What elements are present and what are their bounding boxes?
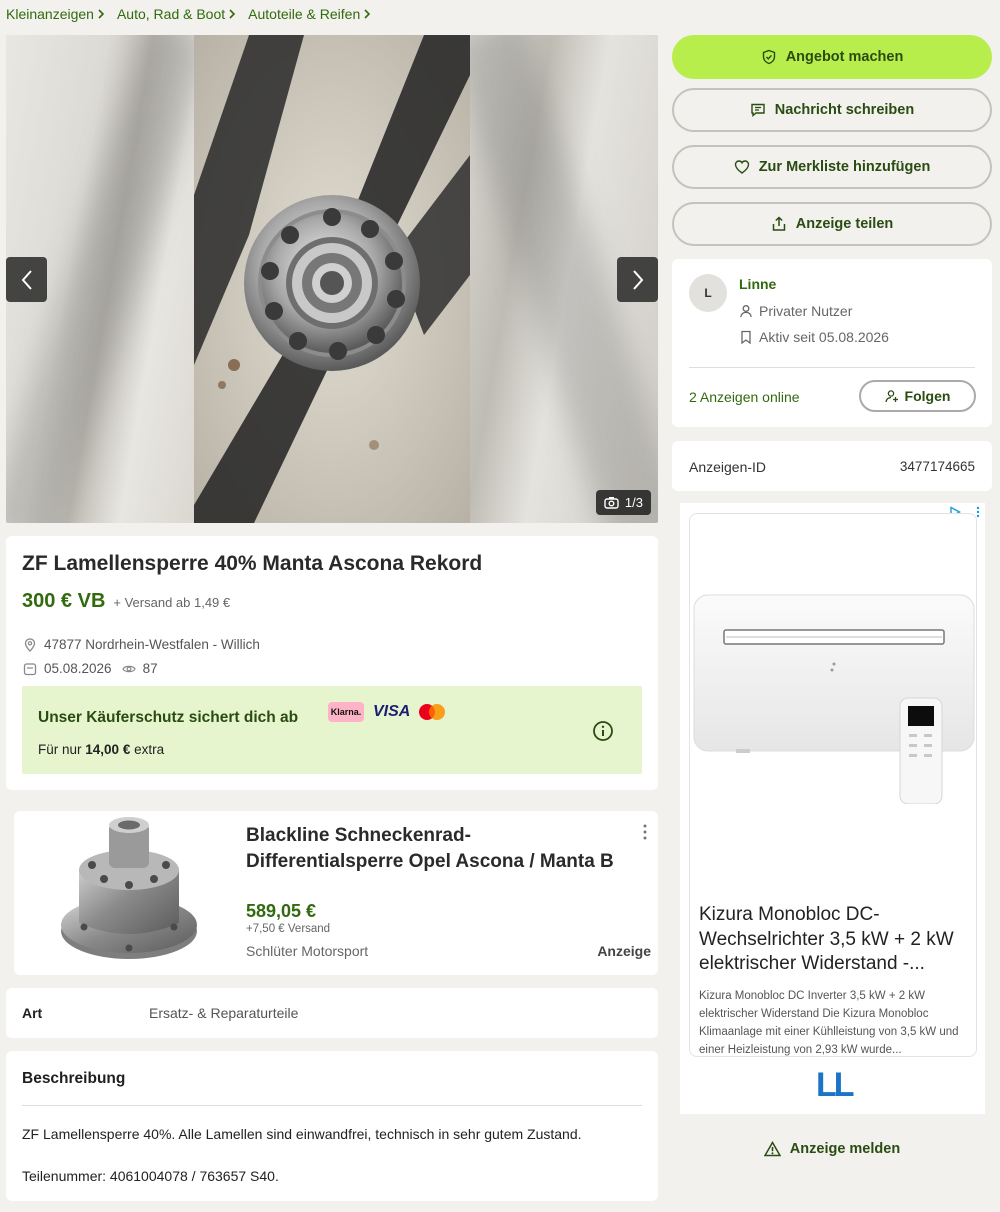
ad-label: Anzeige	[597, 943, 651, 959]
listing-info-card: ZF Lamellensperre 40% Manta Ascona Rekor…	[6, 536, 658, 790]
chevron-right-icon	[229, 9, 236, 19]
previous-image-button[interactable]	[6, 257, 47, 302]
display-ad-title[interactable]: Kizura Monobloc DC-Wechselrichter 3,5 kW…	[699, 903, 971, 977]
attribute-key: Art	[22, 1005, 43, 1021]
user-plus-icon	[884, 390, 898, 403]
write-message-button[interactable]: Nachricht schreiben	[672, 88, 992, 132]
protection-text-prefix: Für nur	[38, 742, 82, 757]
description-text-line2: Teilenummer: 4061004078 / 763657 S40.	[22, 1168, 279, 1184]
mastercard-logo	[419, 704, 445, 720]
image-counter: 1/3	[595, 490, 651, 515]
chevron-right-icon	[632, 269, 643, 290]
chevron-right-icon	[364, 9, 371, 19]
message-icon	[751, 103, 765, 117]
add-to-watchlist-button[interactable]: Zur Merkliste hinzufügen	[672, 145, 992, 189]
info-icon[interactable]	[592, 720, 614, 742]
heart-icon	[734, 160, 749, 174]
image-gallery[interactable]: 1/3	[6, 35, 658, 523]
listing-title: ZF Lamellensperre 40% Manta Ascona Rekor…	[22, 552, 483, 575]
breadcrumb-item[interactable]: Auto, Rad & Boot	[117, 6, 236, 22]
share-listing-button[interactable]: Anzeige teilen	[672, 202, 992, 246]
protection-text-suffix: extra	[134, 742, 165, 757]
calendar-icon	[23, 662, 37, 675]
sponsored-product-card[interactable]: Blackline Schneckenrad- Differentialsper…	[14, 811, 658, 975]
listing-price: 300 € VB	[22, 590, 106, 612]
follow-button[interactable]: Folgen	[859, 380, 976, 412]
add-to-watchlist-label[interactable]: Zur Merkliste hinzufügen	[759, 159, 931, 175]
listing-date: 05.08.2026	[44, 661, 112, 676]
sponsored-shipping: +7,50 € Versand	[246, 923, 331, 935]
description-heading: Beschreibung	[22, 1070, 126, 1087]
breadcrumb-label[interactable]: Kleinanzeigen	[6, 6, 94, 22]
advertiser-logo[interactable]: LL	[816, 1068, 855, 1102]
visa-logo: VISA	[373, 703, 411, 720]
bookmark-icon	[741, 330, 751, 344]
display-ad-text: Kizura Monobloc DC Inverter 3,5 kW + 2 k…	[699, 990, 959, 1056]
chevron-right-icon	[98, 9, 105, 19]
display-ad-content[interactable]: Kizura Monobloc DC-Wechselrichter 3,5 kW…	[689, 513, 977, 1057]
ad-id-card: Anzeigen-ID 3477174665	[672, 441, 992, 491]
shield-check-icon	[762, 49, 775, 65]
protection-amount: 14,00 €	[85, 742, 131, 757]
air-conditioner-image	[693, 594, 975, 804]
description-text-line1: ZF Lamellensperre 40%. Alle Lamellen sin…	[22, 1126, 582, 1142]
buyer-protection-text: Für nur 14,00 € extra	[38, 742, 164, 757]
sponsored-title-line1[interactable]: Blackline Schneckenrad-	[246, 823, 641, 849]
description-card: Beschreibung ZF Lamellensperre 40%. Alle…	[6, 1051, 658, 1201]
more-options-icon[interactable]	[640, 823, 650, 841]
sponsored-vendor: Schlüter Motorsport	[246, 943, 369, 959]
date-views-row: 05.08.2026 87	[23, 661, 158, 676]
breadcrumb-item[interactable]: Autoteile & Reifen	[248, 6, 371, 22]
seller-card: L Linne Privater Nutzer Aktiv seit 05.08…	[672, 259, 992, 427]
price-row: 300 € VB + Versand ab 1,49 €	[22, 590, 642, 613]
shipping-cost: + Versand ab 1,49 €	[113, 595, 231, 610]
avatar[interactable]: L	[689, 274, 727, 312]
seller-divider	[689, 367, 975, 368]
seller-type-row: Privater Nutzer	[739, 303, 852, 319]
breadcrumb-label[interactable]: Autoteile & Reifen	[248, 6, 360, 22]
buyer-protection-heading: Unser Käuferschutz sichert dich ab	[38, 709, 299, 726]
differential-product-image	[61, 817, 197, 959]
image-counter-text: 1/3	[624, 495, 643, 510]
write-message-label[interactable]: Nachricht schreiben	[775, 102, 914, 118]
user-icon	[740, 305, 752, 318]
location-text: 47877 Nordrhein-Westfalen - Willich	[44, 637, 260, 652]
sponsored-title-line2[interactable]: Differentialsperre Opel Ascona / Manta B	[246, 849, 641, 875]
follow-label[interactable]: Folgen	[905, 388, 951, 404]
attribute-value: Ersatz- & Reparaturteile	[149, 1005, 299, 1021]
display-ad[interactable]: Kizura Monobloc DC-Wechselrichter 3,5 kW…	[680, 503, 985, 1114]
differential-photo	[194, 35, 470, 523]
ad-id-value: 3477174665	[899, 459, 975, 474]
attributes-card: Art Ersatz- & Reparaturteile	[6, 988, 658, 1038]
share-icon	[772, 216, 785, 231]
location-row: 47877 Nordrhein-Westfalen - Willich	[23, 637, 260, 652]
description-divider	[22, 1105, 642, 1106]
breadcrumb: Kleinanzeigen Auto, Rad & Boot Autoteile…	[6, 6, 371, 22]
seller-ads-online-link[interactable]: 2 Anzeigen online	[689, 389, 800, 405]
sponsored-price: 589,05 €	[246, 901, 317, 921]
seller-active-row: Aktiv seit 05.08.2026	[739, 329, 889, 345]
klarna-logo: Klarna.	[328, 702, 364, 722]
report-listing-label[interactable]: Anzeige melden	[790, 1141, 900, 1157]
camera-icon	[604, 497, 619, 509]
make-offer-button[interactable]: Angebot machen	[672, 35, 992, 79]
seller-name[interactable]: Linne	[739, 276, 776, 292]
warning-icon	[763, 1141, 781, 1157]
eye-icon	[121, 665, 136, 672]
chevron-left-icon	[21, 269, 32, 290]
seller-active-since: Aktiv seit 05.08.2026	[759, 329, 889, 345]
breadcrumb-item[interactable]: Kleinanzeigen	[6, 6, 105, 22]
report-listing-button[interactable]: Anzeige melden	[672, 1138, 992, 1160]
make-offer-label[interactable]: Angebot machen	[786, 49, 904, 65]
buyer-protection-box: Unser Käuferschutz sichert dich ab Für n…	[22, 686, 642, 774]
next-image-button[interactable]	[617, 257, 658, 302]
breadcrumb-label[interactable]: Auto, Rad & Boot	[117, 6, 225, 22]
location-pin-icon	[24, 637, 36, 652]
ad-id-label: Anzeigen-ID	[689, 459, 767, 475]
seller-type: Privater Nutzer	[759, 303, 853, 319]
listing-photo[interactable]	[194, 35, 470, 523]
view-count: 87	[142, 661, 158, 676]
share-listing-label[interactable]: Anzeige teilen	[796, 216, 894, 232]
